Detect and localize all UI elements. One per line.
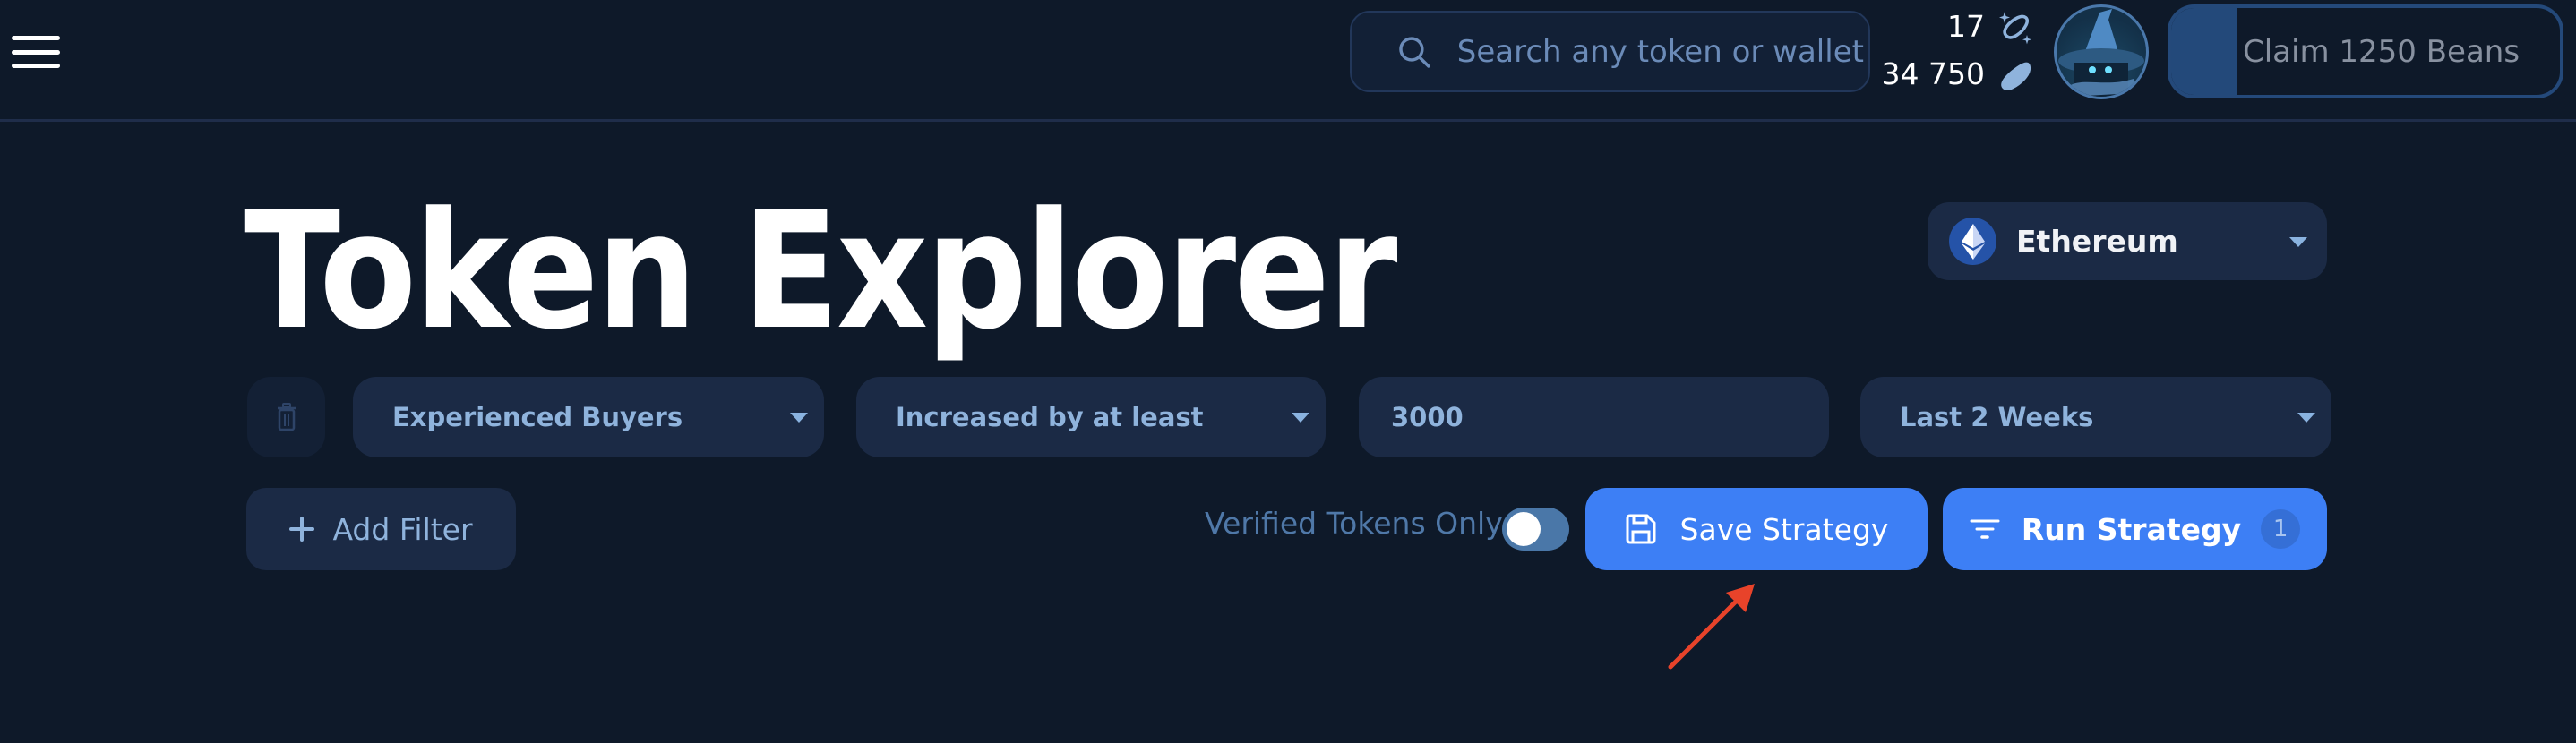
filter-operator-select[interactable]: Increased by at least (856, 377, 1326, 457)
hamburger-line (12, 64, 60, 68)
bean-count: 34 750 (1881, 56, 1985, 91)
search-input[interactable] (1455, 32, 1868, 71)
wizard-avatar-icon (2058, 9, 2144, 97)
save-icon (1626, 514, 1656, 544)
hamburger-line (12, 36, 60, 40)
verified-tokens-toggle[interactable] (1502, 508, 1569, 551)
search-icon (1399, 36, 1430, 68)
filter-timeframe-select[interactable]: Last 2 Weeks (1860, 377, 2331, 457)
filter-value-field[interactable] (1359, 377, 1829, 457)
sparkle-bean-outline-icon (1999, 12, 2031, 45)
filter-metric-select[interactable]: Experienced Buyers (353, 377, 824, 457)
run-strategy-label: Run Strategy (2021, 511, 2242, 547)
delete-filter-button[interactable] (247, 377, 325, 457)
sparkle-bean-count: 17 (1947, 9, 1985, 44)
bean-filled-icon (2001, 62, 2031, 90)
save-strategy-label: Save Strategy (1679, 511, 1889, 547)
chain-select-value: Ethereum (2016, 224, 2178, 259)
trash-icon (277, 403, 296, 431)
add-filter-label: Add Filter (332, 511, 473, 547)
annotation-arrow-icon (1668, 584, 1755, 670)
verified-tokens-label: Verified Tokens Only (1205, 506, 1503, 541)
chain-select[interactable]: Ethereum (1928, 202, 2327, 280)
add-filter-button[interactable]: Add Filter (246, 488, 516, 570)
claim-beans-button[interactable]: Claim 1250 Beans (2168, 4, 2563, 98)
toggle-knob (1507, 512, 1541, 546)
filter-value-input[interactable] (1389, 401, 1796, 433)
chevron-down-icon (1292, 413, 1309, 423)
page-title: Token Explorer (244, 178, 1397, 365)
claim-beans-label: Claim 1250 Beans (2243, 33, 2520, 70)
chevron-down-icon (2297, 413, 2315, 423)
plus-icon (289, 517, 315, 542)
chevron-down-icon (2289, 237, 2307, 247)
filter-timeframe-value: Last 2 Weeks (1900, 402, 2094, 432)
hamburger-menu-icon[interactable] (12, 34, 60, 70)
save-strategy-button[interactable]: Save Strategy (1585, 488, 1928, 570)
claim-progress-fill (2171, 8, 2237, 95)
ethereum-icon (1949, 218, 1996, 265)
hamburger-line (12, 50, 60, 55)
run-strategy-button[interactable]: Run Strategy 1 (1943, 488, 2327, 570)
search-bar[interactable] (1350, 11, 1870, 92)
filter-icon (1970, 519, 2000, 539)
filter-metric-value: Experienced Buyers (392, 402, 683, 432)
user-avatar[interactable] (2054, 4, 2149, 99)
filter-operator-value: Increased by at least (896, 402, 1204, 432)
filter-count-badge: 1 (2261, 509, 2301, 549)
chevron-down-icon (790, 413, 808, 423)
